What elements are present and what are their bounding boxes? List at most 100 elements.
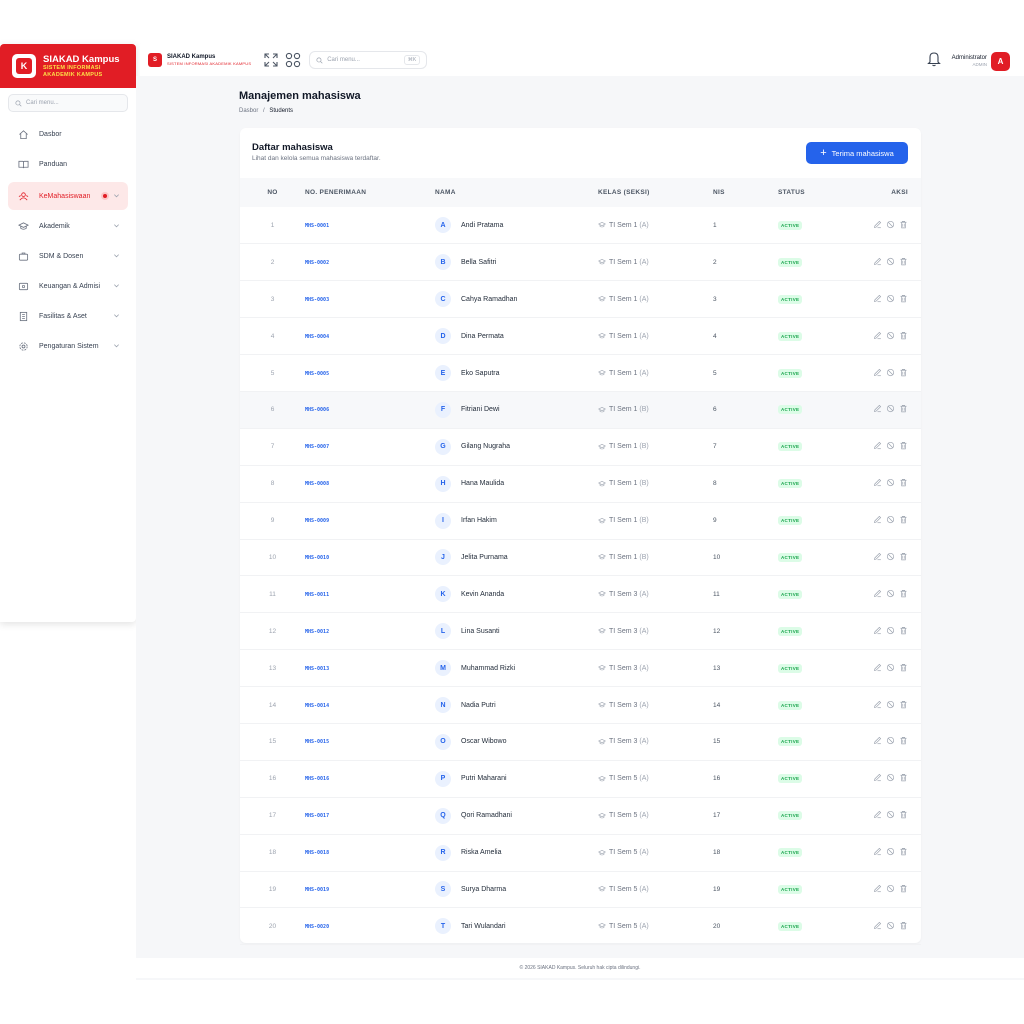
- deactivate-icon[interactable]: [886, 810, 895, 819]
- edit-icon[interactable]: [873, 368, 882, 377]
- trash-icon[interactable]: [899, 663, 908, 672]
- topbar-search-input[interactable]: Cari menu... ⌘K: [309, 51, 428, 69]
- registration-number-link[interactable]: MHS-0015: [305, 739, 329, 745]
- table-row[interactable]: 15 MHS-0015 O Oscar Wibowo TI Sem 3 (A) 15…: [240, 723, 921, 761]
- registration-number-link[interactable]: MHS-0009: [305, 518, 329, 524]
- edit-icon[interactable]: [873, 884, 882, 893]
- edit-icon[interactable]: [873, 441, 882, 450]
- trash-icon[interactable]: [899, 331, 908, 340]
- sidebar-item-akademik[interactable]: Akademik: [8, 212, 128, 240]
- edit-icon[interactable]: [873, 294, 882, 303]
- sidebar-search-input[interactable]: Cari menu...: [8, 94, 128, 112]
- registration-number-link[interactable]: MHS-0016: [305, 776, 329, 782]
- table-row[interactable]: 1 MHS-0001 A Andi Pratama TI Sem 1 (A) 1 A…: [240, 207, 921, 244]
- deactivate-icon[interactable]: [886, 773, 895, 782]
- registration-number-link[interactable]: MHS-0017: [305, 813, 329, 819]
- column-header-status[interactable]: STATUS: [778, 178, 858, 207]
- table-row[interactable]: 4 MHS-0004 D Dina Permata TI Sem 1 (A) 4 A…: [240, 318, 921, 355]
- sidebar-item-kemahasiswaan[interactable]: KeMahasiswaan: [8, 182, 128, 210]
- trash-icon[interactable]: [899, 441, 908, 450]
- edit-icon[interactable]: [873, 515, 882, 524]
- edit-icon[interactable]: [873, 257, 882, 266]
- table-row[interactable]: 10 MHS-0010 J Jelita Purnama TI Sem 1 (B) …: [240, 539, 921, 576]
- fullscreen-icon[interactable]: [263, 52, 279, 68]
- table-row[interactable]: 5 MHS-0005 E Eko Saputra TI Sem 1 (A) 5 AC…: [240, 355, 921, 392]
- sidebar-brand[interactable]: K SIAKAD Kampus SISTEM INFORMASI AKADEMI…: [0, 44, 136, 88]
- table-row[interactable]: 20 MHS-0020 T Tari Wulandari TI Sem 5 (A) …: [240, 908, 921, 945]
- table-row[interactable]: 18 MHS-0018 R Riska Amelia TI Sem 5 (A) 18…: [240, 834, 921, 872]
- registration-number-link[interactable]: MHS-0018: [305, 850, 329, 856]
- deactivate-icon[interactable]: [886, 589, 895, 598]
- column-header-registration[interactable]: NO. PENERIMAAN: [305, 178, 435, 207]
- trash-icon[interactable]: [899, 257, 908, 266]
- sidebar-item-panduan[interactable]: Panduan: [8, 150, 128, 178]
- deactivate-icon[interactable]: [886, 700, 895, 709]
- deactivate-icon[interactable]: [886, 552, 895, 561]
- trash-icon[interactable]: [899, 700, 908, 709]
- table-row[interactable]: 8 MHS-0008 H Hana Maulida TI Sem 1 (B) 8 A…: [240, 465, 921, 503]
- registration-number-link[interactable]: MHS-0014: [305, 703, 329, 709]
- trash-icon[interactable]: [899, 736, 908, 745]
- trash-icon[interactable]: [899, 589, 908, 598]
- deactivate-icon[interactable]: [886, 478, 895, 487]
- apps-grid-icon[interactable]: [285, 52, 301, 68]
- edit-icon[interactable]: [873, 478, 882, 487]
- table-row[interactable]: 6 MHS-0006 F Fitriani Dewi TI Sem 1 (B) 6 …: [240, 391, 921, 429]
- registration-number-link[interactable]: MHS-0003: [305, 297, 329, 303]
- registration-number-link[interactable]: MHS-0011: [305, 592, 329, 598]
- sidebar-item-dasbor[interactable]: Dasbor: [8, 120, 128, 148]
- edit-icon[interactable]: [873, 331, 882, 340]
- table-row[interactable]: 13 MHS-0013 M Muhammad Rizki TI Sem 3 (A) …: [240, 650, 921, 687]
- edit-icon[interactable]: [873, 700, 882, 709]
- admit-student-button[interactable]: + Terima mahasiswa: [806, 142, 908, 164]
- table-row[interactable]: 2 MHS-0002 B Bella Safitri TI Sem 1 (A) 2 …: [240, 244, 921, 281]
- deactivate-icon[interactable]: [886, 626, 895, 635]
- table-row[interactable]: 19 MHS-0019 S Surya Dharma TI Sem 5 (A) 19…: [240, 871, 921, 908]
- deactivate-icon[interactable]: [886, 404, 895, 413]
- registration-number-link[interactable]: MHS-0020: [305, 924, 329, 930]
- user-info[interactable]: Administrator ADMIN: [952, 55, 987, 67]
- bell-icon[interactable]: [926, 50, 942, 72]
- registration-number-link[interactable]: MHS-0002: [305, 260, 329, 266]
- edit-icon[interactable]: [873, 552, 882, 561]
- avatar[interactable]: A: [991, 51, 1010, 71]
- trash-icon[interactable]: [899, 847, 908, 856]
- table-row[interactable]: 17 MHS-0017 Q Qori Ramadhani TI Sem 5 (A) …: [240, 797, 921, 835]
- edit-icon[interactable]: [873, 810, 882, 819]
- sidebar-item-sdm-dosen[interactable]: SDM & Dosen: [8, 242, 128, 270]
- table-row[interactable]: 7 MHS-0007 G Gilang Nugraha TI Sem 1 (B) 7…: [240, 428, 921, 466]
- registration-number-link[interactable]: MHS-0012: [305, 629, 329, 635]
- sidebar-item-fasilitas-aset[interactable]: Fasilitas & Aset: [8, 302, 128, 330]
- registration-number-link[interactable]: MHS-0019: [305, 887, 329, 893]
- sidebar-item-keuangan-admisi[interactable]: Keuangan & Admisi: [8, 272, 128, 300]
- registration-number-link[interactable]: MHS-0006: [305, 407, 329, 413]
- deactivate-icon[interactable]: [886, 441, 895, 450]
- sidebar-item-pengaturan-sistem[interactable]: Pengaturan Sistem: [8, 332, 128, 360]
- deactivate-icon[interactable]: [886, 847, 895, 856]
- registration-number-link[interactable]: MHS-0008: [305, 481, 329, 487]
- table-row[interactable]: 9 MHS-0009 I Irfan Hakim TI Sem 1 (B) 9 AC…: [240, 502, 921, 540]
- deactivate-icon[interactable]: [886, 515, 895, 524]
- deactivate-icon[interactable]: [886, 663, 895, 672]
- registration-number-link[interactable]: MHS-0013: [305, 666, 329, 672]
- edit-icon[interactable]: [873, 589, 882, 598]
- deactivate-icon[interactable]: [886, 921, 895, 930]
- deactivate-icon[interactable]: [886, 884, 895, 893]
- table-row[interactable]: 11 MHS-0011 K Kevin Ananda TI Sem 3 (A) 11…: [240, 576, 921, 613]
- edit-icon[interactable]: [873, 773, 882, 782]
- trash-icon[interactable]: [899, 294, 908, 303]
- trash-icon[interactable]: [899, 515, 908, 524]
- registration-number-link[interactable]: MHS-0005: [305, 371, 329, 377]
- breadcrumb-home[interactable]: Dasbor: [239, 108, 258, 114]
- edit-icon[interactable]: [873, 626, 882, 635]
- column-header-name[interactable]: NAMA: [435, 178, 598, 207]
- deactivate-icon[interactable]: [886, 257, 895, 266]
- registration-number-link[interactable]: MHS-0010: [305, 555, 329, 561]
- trash-icon[interactable]: [899, 220, 908, 229]
- column-header-nis[interactable]: NIS: [713, 178, 778, 207]
- deactivate-icon[interactable]: [886, 736, 895, 745]
- trash-icon[interactable]: [899, 368, 908, 377]
- edit-icon[interactable]: [873, 736, 882, 745]
- table-row[interactable]: 16 MHS-0016 P Putri Maharani TI Sem 5 (A) …: [240, 760, 921, 798]
- trash-icon[interactable]: [899, 921, 908, 930]
